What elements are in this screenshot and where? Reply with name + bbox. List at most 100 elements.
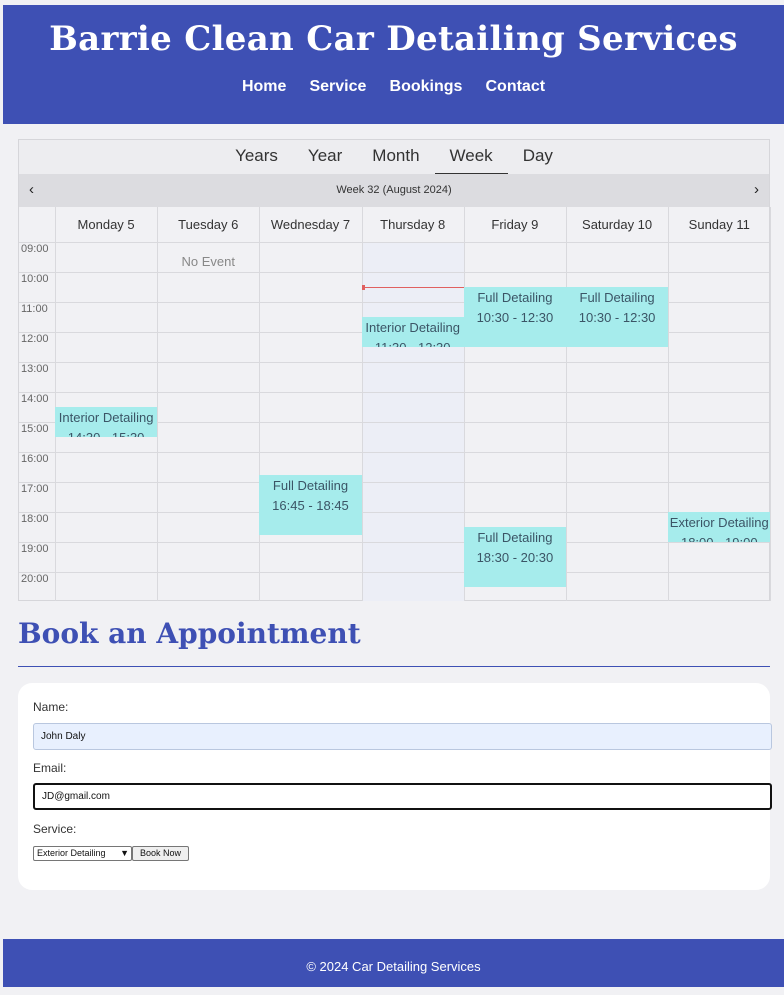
time-label: 10:00 — [21, 273, 49, 285]
calendar-event[interactable]: Full Detailing 16:45 - 18:45 — [259, 474, 362, 535]
event-time: 14:30 - 15:30 — [55, 428, 157, 437]
time-slot[interactable] — [566, 482, 668, 512]
time-slot[interactable] — [362, 572, 464, 602]
time-label: 16:00 — [21, 453, 49, 465]
time-slot[interactable] — [259, 542, 361, 572]
page: Barrie Clean Car Detailing Services Home… — [3, 5, 784, 987]
time-slot[interactable] — [259, 422, 361, 452]
name-label: Name: — [33, 700, 69, 714]
email-label: Email: — [33, 761, 67, 775]
day-header: Sunday 11 — [688, 217, 750, 232]
event-time: 11:30 - 12:30 — [362, 338, 464, 347]
time-slot[interactable] — [55, 332, 157, 362]
time-slot[interactable] — [566, 512, 668, 542]
chevron-right-icon[interactable]: › — [754, 174, 759, 205]
time-slot[interactable] — [259, 272, 361, 302]
time-slot[interactable] — [362, 422, 464, 452]
time-slot[interactable] — [157, 482, 259, 512]
service-select[interactable]: Exterior Detailing ▼ — [33, 846, 132, 861]
tab-years[interactable]: Years — [220, 140, 293, 174]
time-slot[interactable] — [259, 362, 361, 392]
time-slot[interactable] — [55, 272, 157, 302]
time-slot[interactable] — [668, 362, 770, 392]
day-header: Friday 9 — [491, 217, 539, 232]
time-slot[interactable] — [362, 482, 464, 512]
event-title: Full Detailing — [477, 530, 553, 545]
nav-link-bookings[interactable]: Bookings — [390, 78, 463, 95]
time-slot[interactable] — [157, 422, 259, 452]
time-slot[interactable] — [55, 362, 157, 392]
time-slot[interactable] — [566, 542, 668, 572]
time-slot[interactable] — [157, 302, 259, 332]
time-slot[interactable] — [55, 482, 157, 512]
nav-link-service[interactable]: Service — [309, 78, 366, 95]
time-slot[interactable] — [566, 422, 668, 452]
time-slot[interactable] — [668, 302, 770, 332]
time-slot[interactable] — [464, 242, 566, 272]
time-slot[interactable] — [55, 302, 157, 332]
calendar-event[interactable]: Exterior Detailing 18:00 - 19:00 — [668, 512, 771, 542]
time-slot[interactable] — [464, 482, 566, 512]
time-slot[interactable] — [362, 362, 464, 392]
calendar-event[interactable]: Interior Detailing 14:30 - 15:30 — [55, 407, 158, 437]
time-slot[interactable] — [157, 572, 259, 602]
time-slot[interactable] — [259, 302, 361, 332]
chevron-left-icon[interactable]: ‹ — [29, 174, 34, 205]
time-slot[interactable] — [668, 272, 770, 302]
time-slot[interactable] — [362, 512, 464, 542]
time-slot[interactable] — [55, 542, 157, 572]
time-slot[interactable] — [464, 422, 566, 452]
day-header: Saturday 10 — [582, 217, 653, 232]
time-slot[interactable] — [362, 452, 464, 482]
time-slot[interactable] — [259, 392, 361, 422]
book-now-button[interactable]: Book Now — [132, 846, 189, 861]
time-slot[interactable] — [157, 512, 259, 542]
tab-day[interactable]: Day — [508, 140, 568, 174]
time-slot[interactable] — [259, 242, 361, 272]
time-slot[interactable] — [362, 542, 464, 572]
time-slot[interactable] — [362, 392, 464, 422]
time-slot[interactable] — [464, 362, 566, 392]
time-slot[interactable] — [668, 452, 770, 482]
calendar-event[interactable]: Full Detailing 10:30 - 12:30 — [463, 287, 566, 347]
time-slot[interactable] — [55, 242, 157, 272]
nav-link-contact[interactable]: Contact — [486, 78, 546, 95]
time-slot[interactable] — [157, 362, 259, 392]
time-slot[interactable] — [259, 332, 361, 362]
time-slot[interactable] — [157, 272, 259, 302]
time-slot[interactable] — [668, 422, 770, 452]
calendar-event[interactable]: Full Detailing 18:30 - 20:30 — [463, 527, 566, 587]
time-slot[interactable] — [566, 242, 668, 272]
name-field[interactable] — [33, 723, 772, 750]
time-slot[interactable] — [259, 572, 361, 602]
time-slot[interactable] — [566, 362, 668, 392]
time-slot[interactable] — [566, 392, 668, 422]
time-slot[interactable] — [668, 392, 770, 422]
calendar-event[interactable]: Interior Detailing 11:30 - 12:30 — [361, 317, 464, 347]
time-slot[interactable] — [668, 572, 770, 602]
time-slot[interactable] — [668, 542, 770, 572]
tab-week[interactable]: Week — [434, 140, 508, 174]
time-slot[interactable] — [55, 452, 157, 482]
time-slot[interactable] — [566, 452, 668, 482]
nav-link-home[interactable]: Home — [242, 78, 286, 95]
tab-year[interactable]: Year — [293, 140, 357, 174]
email-field[interactable] — [33, 783, 772, 810]
time-slot[interactable] — [464, 392, 566, 422]
time-slot[interactable] — [566, 572, 668, 602]
time-slot[interactable] — [157, 542, 259, 572]
time-slot[interactable] — [55, 512, 157, 542]
time-slot[interactable] — [668, 242, 770, 272]
time-label: 15:00 — [21, 423, 49, 435]
calendar-event[interactable]: Full Detailing 10:30 - 12:30 — [566, 287, 669, 347]
time-slot[interactable] — [157, 392, 259, 422]
time-slot[interactable] — [668, 482, 770, 512]
tab-month[interactable]: Month — [357, 140, 434, 174]
time-slot[interactable] — [55, 572, 157, 602]
time-slot[interactable] — [157, 332, 259, 362]
event-title: Interior Detailing — [365, 320, 461, 335]
time-slot[interactable] — [362, 242, 464, 272]
time-slot[interactable] — [464, 452, 566, 482]
time-slot[interactable] — [157, 452, 259, 482]
time-slot[interactable] — [668, 332, 770, 362]
